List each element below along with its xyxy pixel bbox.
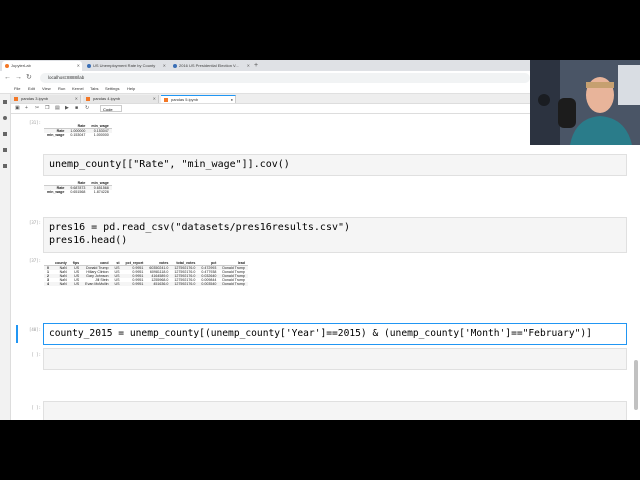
paste-icon[interactable]: ▤ bbox=[55, 104, 60, 113]
table-cell: 1.874228 bbox=[93, 190, 109, 194]
code-line: county_2015 = unemp_county[(unemp_county… bbox=[49, 328, 592, 339]
code-line: pres16 = pd.read_csv("datasets/pres16res… bbox=[49, 222, 351, 233]
menu-tabs[interactable]: Tabs bbox=[90, 85, 98, 93]
menu-run[interactable]: Run bbox=[58, 85, 65, 93]
property-inspector-icon[interactable] bbox=[3, 148, 7, 152]
address-input[interactable]: localhost:8888/lab bbox=[40, 73, 530, 83]
table-cell: 127592176.0 bbox=[171, 282, 199, 286]
copy-icon[interactable]: ❐ bbox=[45, 104, 49, 113]
cell-type-value: Code bbox=[103, 107, 113, 112]
reload-icon[interactable]: ↻ bbox=[26, 73, 32, 83]
input-prompt: [37]: bbox=[28, 220, 41, 225]
notebook-icon bbox=[86, 97, 90, 101]
output-table-pres16: county fips cand st pct_report votes total_vot… bbox=[44, 261, 248, 286]
table-cell: US bbox=[69, 282, 83, 286]
stop-icon[interactable]: ■ bbox=[75, 104, 78, 113]
close-icon[interactable]: ✕ bbox=[163, 61, 166, 71]
table-cell: min_wage bbox=[47, 190, 65, 194]
output-table-corr: Rate min_wage Rate 1.000000 0.153047 min… bbox=[44, 124, 112, 137]
notebook-tab-label: pandas 3.ipynb bbox=[21, 96, 49, 101]
table-cell: Donald Trump bbox=[219, 282, 248, 286]
menu-settings[interactable]: Settings bbox=[105, 85, 119, 93]
code-cell-empty[interactable] bbox=[43, 401, 627, 420]
notebook-icon bbox=[14, 97, 18, 101]
commands-icon[interactable] bbox=[3, 132, 7, 136]
cell-type-select[interactable]: Code bbox=[100, 105, 122, 112]
browser-tab-label: 2016 US Presidential Election V... bbox=[179, 63, 239, 68]
kaggle-icon bbox=[87, 64, 91, 68]
back-icon[interactable]: ← bbox=[4, 73, 11, 83]
address-text: localhost:8888/lab bbox=[48, 75, 85, 80]
table-cell: 0.153047 bbox=[70, 133, 86, 137]
close-icon[interactable]: ✕ bbox=[75, 95, 78, 103]
add-cell-icon[interactable]: + bbox=[25, 104, 28, 113]
menu-file[interactable]: File bbox=[14, 85, 20, 93]
close-icon[interactable]: ✕ bbox=[77, 61, 80, 71]
table-header: pct_report bbox=[122, 261, 147, 266]
kaggle-icon bbox=[173, 64, 177, 68]
table-cell: 4 bbox=[44, 282, 52, 286]
menu-help[interactable]: Help bbox=[127, 85, 135, 93]
notebook-tab-pandas4[interactable]: pandas 4.ipynb ✕ bbox=[83, 95, 159, 103]
running-icon[interactable] bbox=[3, 116, 7, 120]
menu-kernel[interactable]: Kernel bbox=[72, 85, 84, 93]
code-cell-cov[interactable]: unemp_county[["Rate", "min_wage"]].cov() bbox=[43, 154, 627, 176]
table-cell: min_wage bbox=[47, 133, 65, 137]
close-icon[interactable]: ✕ bbox=[247, 61, 250, 71]
browser-tab-unemployment[interactable]: US Unemployment Rate by County ✕ bbox=[84, 61, 168, 71]
notebook-icon bbox=[164, 98, 168, 102]
table-cell: Evan McMullin bbox=[82, 282, 112, 286]
input-prompt: [ ]: bbox=[31, 405, 41, 410]
notebook-tab-label: pandas 4.ipynb bbox=[93, 96, 121, 101]
save-icon[interactable]: ▣ bbox=[15, 104, 20, 113]
close-icon[interactable]: ● bbox=[231, 96, 233, 104]
table-header: total_votes bbox=[171, 261, 199, 266]
table-cell: 0.651568 bbox=[70, 190, 86, 194]
scrollbar[interactable] bbox=[634, 360, 638, 410]
output-table-cov: Rate min_wage Rate 9.687873 0.651568 min… bbox=[44, 181, 112, 194]
table-cell: 0.003540 bbox=[198, 282, 220, 286]
table-header: min_wage bbox=[88, 181, 112, 186]
notebook-tab-label: pandas 5.ipynb bbox=[171, 97, 199, 102]
notebook-tab-pandas3[interactable]: pandas 3.ipynb ✕ bbox=[11, 95, 81, 103]
browser-tab-jupyterlab[interactable]: JupyterLab ✕ bbox=[2, 61, 82, 71]
table-header: min_wage bbox=[88, 124, 112, 129]
output-prompt: [37]: bbox=[28, 258, 41, 263]
forward-icon[interactable]: → bbox=[15, 73, 22, 83]
input-prompt: [ ]: bbox=[31, 352, 41, 357]
notebook-panel: [31]: Rate min_wage Rate 1.000000 0.1530… bbox=[11, 114, 631, 420]
notebook-tab-pandas5[interactable]: pandas 5.ipynb ● bbox=[161, 95, 236, 103]
table-row: 4 NaN US Evan McMullin US 0.9951 451636.0 12759… bbox=[44, 282, 248, 286]
code-line: pres16.head() bbox=[49, 235, 128, 246]
webcam-overlay bbox=[530, 60, 640, 145]
code-cell-empty[interactable] bbox=[43, 348, 627, 370]
new-tab-button[interactable]: + bbox=[254, 60, 258, 71]
table-cell: 451636.0 bbox=[146, 282, 172, 286]
active-cell-indicator bbox=[16, 325, 18, 343]
browser-tab-label: JupyterLab bbox=[11, 63, 31, 68]
browser-tab-election[interactable]: 2016 US Presidential Election V... ✕ bbox=[170, 61, 252, 71]
table-cell: 0.9951 bbox=[122, 282, 147, 286]
input-prompt: [40]: bbox=[28, 327, 41, 332]
table-cell: US bbox=[111, 282, 123, 286]
jupyter-icon bbox=[5, 64, 9, 68]
code-cell-read-csv[interactable]: pres16 = pd.read_csv("datasets/pres16res… bbox=[43, 217, 627, 253]
browser-tab-label: US Unemployment Rate by County bbox=[93, 63, 156, 68]
close-icon[interactable]: ✕ bbox=[153, 95, 156, 103]
run-icon[interactable]: ▶ bbox=[65, 104, 69, 113]
menu-view[interactable]: View bbox=[42, 85, 51, 93]
webcam-image bbox=[530, 60, 640, 145]
table-cell: 1.000000 bbox=[93, 133, 109, 137]
code-cell-county-2015[interactable]: county_2015 = unemp_county[(unemp_county… bbox=[43, 323, 627, 345]
left-sidebar bbox=[0, 94, 11, 420]
folder-icon[interactable] bbox=[3, 100, 7, 104]
output-prompt: [31]: bbox=[28, 120, 41, 125]
cut-icon[interactable]: ✂ bbox=[35, 104, 39, 113]
tabs-icon[interactable] bbox=[3, 164, 7, 168]
menu-edit[interactable]: Edit bbox=[28, 85, 35, 93]
restart-icon[interactable]: ↻ bbox=[85, 104, 89, 113]
code-line: unemp_county[["Rate", "min_wage"]].cov() bbox=[49, 159, 290, 170]
table-cell: NaN bbox=[52, 282, 70, 286]
